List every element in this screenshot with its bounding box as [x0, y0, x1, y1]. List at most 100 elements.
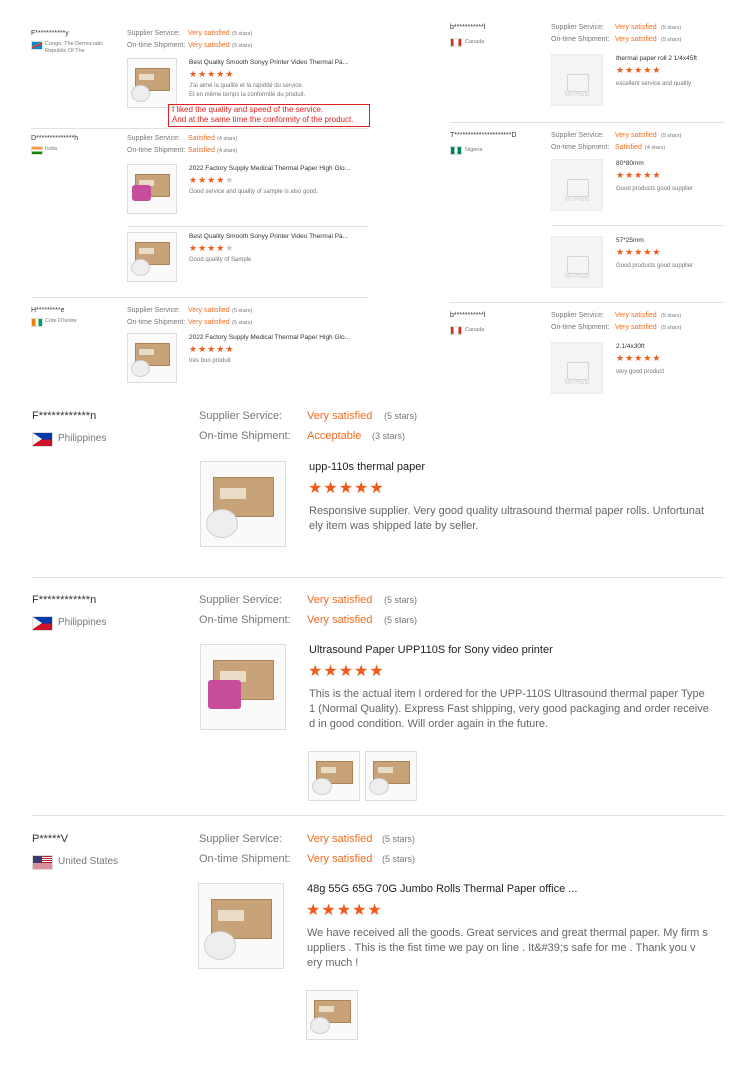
- star-icon: ★: [354, 663, 370, 680]
- product-thumbnail[interactable]: [198, 883, 284, 969]
- star-icon: ★: [321, 902, 337, 919]
- star-icon: ★: [336, 902, 353, 919]
- star-icon: ★: [652, 247, 662, 257]
- supplier-service-label: Supplier Service:: [199, 833, 283, 845]
- reviewer-name: F************n: [32, 594, 97, 606]
- supplier-service-label: Supplier Service:: [127, 135, 180, 142]
- country-flag-icon: [450, 326, 462, 335]
- star-icon: ★: [225, 69, 235, 79]
- star-icon: ★: [369, 663, 385, 680]
- shipment-label: On-time Shipment:: [127, 147, 186, 154]
- review-text: Good quality of Sample: [189, 257, 252, 263]
- shipment-stars: (5 stars): [661, 37, 682, 43]
- product-thumbnail[interactable]: [127, 232, 177, 282]
- paper-roll: [130, 84, 151, 103]
- review-text: This is the actual item I ordered for th…: [309, 688, 705, 700]
- supplier-service-value: Very satisfied: [307, 410, 373, 422]
- star-icon: ★: [323, 480, 339, 497]
- country-flag-icon: [450, 38, 462, 47]
- review-text: Good products good supplier: [616, 186, 694, 192]
- translation-line-1: I liked the quality and speed of the ser…: [172, 105, 324, 114]
- shipment-label: On-time Shipment:: [199, 430, 291, 442]
- no-photo-placeholder[interactable]: No Photo: [551, 236, 603, 288]
- pink-roll: [131, 185, 152, 202]
- product-title-link[interactable]: 2022 Factory Supply Medical Thermal Pape…: [189, 165, 350, 172]
- review-text: J'ai aimé la qualité et la rapidité du s…: [189, 83, 304, 89]
- product-title-link[interactable]: Ultrasound Paper UPP110S for Sony video …: [309, 644, 553, 656]
- star-icon: ★: [225, 243, 235, 253]
- product-title-link[interactable]: 57*25mm: [616, 237, 644, 244]
- no-photo-placeholder[interactable]: No Photo: [551, 159, 603, 211]
- divider: [551, 225, 725, 226]
- rating-stars: ★★★★★: [616, 248, 661, 257]
- shipment-label: On-time Shipment:: [127, 42, 186, 49]
- review-text: ely item was shipped late by seller.: [309, 520, 479, 532]
- paper-roll: [206, 508, 239, 538]
- star-icon: ★: [189, 69, 199, 79]
- product-title-link[interactable]: 80*80mm: [616, 160, 644, 167]
- star-icon: ★: [216, 175, 226, 185]
- shipment-stars: (5 stars): [232, 43, 253, 49]
- review-text: very good product: [616, 369, 665, 375]
- shipment-value: Very satisfied: [188, 42, 230, 49]
- no-photo-placeholder[interactable]: No Photo: [551, 342, 603, 394]
- star-icon: ★: [225, 175, 235, 185]
- product-thumbnail[interactable]: [127, 333, 177, 383]
- supplier-service-value: Very satisfied: [188, 30, 230, 37]
- no-photo-placeholder[interactable]: No Photo: [551, 54, 603, 106]
- divider: [32, 815, 725, 816]
- shipment-stars: (5 stars): [382, 854, 416, 864]
- shipment-stars: (5 stars): [661, 325, 682, 331]
- product-title-link[interactable]: 2022 Factory Supply Medical Thermal Pape…: [189, 334, 350, 341]
- product-thumbnail[interactable]: [200, 644, 286, 730]
- product-thumbnail[interactable]: [127, 164, 177, 214]
- image-placeholder-icon: [567, 256, 589, 274]
- review-text: Responsive supplier. Very good quality u…: [309, 505, 705, 517]
- flag-triangle: [33, 433, 42, 445]
- shipment-label: On-time Shipment:: [551, 144, 610, 151]
- product-title-link[interactable]: 2.1/4x30ft: [616, 343, 645, 350]
- product-thumbnail[interactable]: [127, 58, 177, 108]
- star-icon: ★: [189, 243, 199, 253]
- country-flag-icon: [32, 855, 53, 870]
- supplier-service-stars: (5 stars): [661, 133, 682, 139]
- image-placeholder-icon: [567, 362, 589, 380]
- supplier-service-value: Very satisfied: [307, 833, 373, 845]
- star-icon: ★: [634, 353, 644, 363]
- product-thumbnail[interactable]: [200, 461, 286, 547]
- product-title-link[interactable]: thermal paper roll 2 1/4x45ft: [616, 55, 697, 62]
- star-icon: ★: [308, 480, 324, 497]
- reviewer-name: F***********y: [31, 30, 69, 37]
- star-icon: ★: [216, 243, 226, 253]
- rating-stars: ★★★★★: [306, 903, 383, 919]
- no-photo-label: No Photo: [564, 380, 590, 386]
- product-title-link[interactable]: upp-110s thermal paper: [309, 461, 425, 473]
- review-photo-thumbnail[interactable]: [308, 751, 360, 801]
- star-icon: ★: [198, 344, 208, 354]
- product-title-link[interactable]: Best Quality Smooth Sonyy Printer Video …: [189, 233, 348, 240]
- star-icon: ★: [643, 247, 653, 257]
- review-text: excellent service and quality: [616, 81, 692, 87]
- star-icon: ★: [338, 663, 355, 680]
- reviewer-country: India: [45, 146, 57, 152]
- review-photo-thumbnail[interactable]: [306, 990, 358, 1040]
- review-photo-thumbnail[interactable]: [365, 751, 417, 801]
- star-icon: ★: [652, 65, 662, 75]
- product-title-link[interactable]: 48g 55G 65G 70G Jumbo Rolls Thermal Pape…: [307, 883, 577, 895]
- review-text: Good products good supplier: [616, 263, 694, 269]
- star-icon: ★: [369, 480, 385, 497]
- shipment-value: Very satisfied: [307, 614, 373, 626]
- shipment-stars: (5 stars): [384, 615, 418, 625]
- paper-roll: [130, 359, 151, 378]
- rating-stars: ★★★★★: [308, 481, 385, 497]
- country-flag-icon: [32, 432, 53, 447]
- supplier-service-label: Supplier Service:: [551, 132, 604, 139]
- star-icon: ★: [634, 170, 644, 180]
- review-text: 1 (Normal Quality). Express Fast shippin…: [309, 703, 709, 715]
- star-icon: ★: [189, 175, 199, 185]
- star-icon: ★: [207, 175, 217, 185]
- product-title-link[interactable]: Best Quality Smooth Sonyy Printer Video …: [189, 59, 348, 66]
- supplier-service-stars: (5 stars): [232, 31, 253, 37]
- country-flag-icon: [31, 146, 43, 155]
- star-icon: ★: [198, 175, 208, 185]
